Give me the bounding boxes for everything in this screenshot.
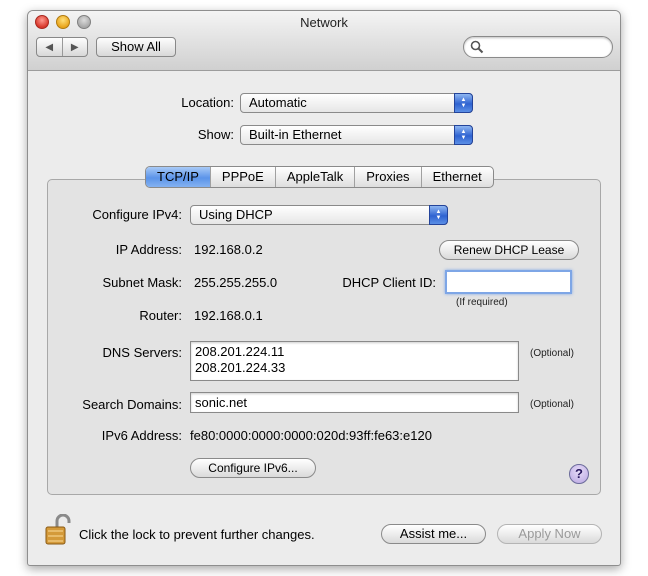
- help-icon: ?: [575, 466, 583, 481]
- router-label: Router:: [139, 308, 182, 323]
- network-window: Network ◀ ▶ Show All Location: Automatic…: [27, 10, 621, 566]
- show-value: Built-in Ethernet: [249, 127, 342, 142]
- dns-servers-label: DNS Servers:: [102, 345, 182, 360]
- popup-arrows-icon: ▲ ▼: [429, 205, 448, 225]
- location-value: Automatic: [249, 95, 307, 110]
- ip-address-value: 192.168.0.2: [194, 242, 263, 257]
- configure-ipv4-popup[interactable]: Using DHCP ▲ ▼: [190, 205, 448, 225]
- ipv6-address-label: IPv6 Address:: [101, 428, 182, 443]
- apply-now-button[interactable]: Apply Now: [497, 524, 602, 544]
- tab-bar: TCP/IP PPPoE AppleTalk Proxies Ethernet: [145, 166, 494, 188]
- tab-ethernet[interactable]: Ethernet: [422, 167, 493, 187]
- lock-message: Click the lock to prevent further change…: [79, 527, 315, 542]
- search-input[interactable]: [486, 39, 606, 55]
- dns-servers-field[interactable]: 208.201.224.11 208.201.224.33: [190, 341, 519, 381]
- popup-arrows-icon: ▲ ▼: [454, 93, 473, 113]
- dhcp-client-id-hint: (If required): [456, 297, 508, 308]
- popup-arrows-icon: ▲ ▼: [454, 125, 473, 145]
- back-arrow-icon: ◀: [45, 41, 54, 53]
- dns-servers-hint: (Optional): [530, 348, 574, 359]
- tab-pppoe[interactable]: PPPoE: [211, 167, 276, 187]
- search-domains-field[interactable]: [190, 392, 519, 413]
- search-domains-hint: (Optional): [530, 399, 574, 410]
- show-all-button[interactable]: Show All: [96, 37, 176, 57]
- search-field[interactable]: [463, 36, 613, 58]
- dhcp-client-id-label: DHCP Client ID:: [342, 275, 436, 290]
- search-domains-label: Search Domains:: [82, 397, 182, 412]
- ipv6-address-value: fe80:0000:0000:0000:020d:93ff:fe63:e120: [190, 428, 432, 443]
- history-nav: ◀ ▶: [36, 37, 88, 57]
- assist-me-button[interactable]: Assist me...: [381, 524, 486, 544]
- search-icon: [470, 40, 484, 54]
- forward-arrow-icon: ▶: [70, 41, 79, 53]
- renew-dhcp-lease-button[interactable]: Renew DHCP Lease: [439, 240, 579, 260]
- window-title: Network: [300, 15, 348, 30]
- configure-ipv6-button[interactable]: Configure IPv6...: [190, 458, 316, 478]
- ip-address-label: IP Address:: [115, 242, 182, 257]
- tab-proxies[interactable]: Proxies: [355, 167, 422, 187]
- router-value: 192.168.0.1: [194, 308, 263, 323]
- back-button[interactable]: ◀: [37, 38, 63, 56]
- help-button[interactable]: ?: [569, 464, 589, 484]
- tcpip-panel: [47, 179, 601, 495]
- lock-icon[interactable]: [45, 514, 71, 546]
- configure-ipv4-label: Configure IPv4:: [92, 207, 182, 222]
- dns-server-entry: 208.201.224.33: [195, 360, 286, 375]
- location-popup[interactable]: Automatic ▲ ▼: [240, 93, 473, 113]
- dhcp-client-id-field[interactable]: [445, 270, 572, 294]
- configure-ipv4-value: Using DHCP: [199, 207, 273, 222]
- subnet-mask-label: Subnet Mask:: [102, 275, 183, 290]
- location-label: Location:: [181, 95, 234, 110]
- tab-appletalk[interactable]: AppleTalk: [276, 167, 356, 187]
- show-popup[interactable]: Built-in Ethernet ▲ ▼: [240, 125, 473, 145]
- window-toolbar: Network ◀ ▶ Show All: [28, 11, 620, 71]
- show-label: Show:: [197, 127, 234, 142]
- tab-tcpip[interactable]: TCP/IP: [146, 167, 211, 187]
- subnet-mask-value: 255.255.255.0: [194, 275, 278, 290]
- forward-button[interactable]: ▶: [63, 38, 88, 56]
- dns-server-entry: 208.201.224.11: [195, 344, 285, 359]
